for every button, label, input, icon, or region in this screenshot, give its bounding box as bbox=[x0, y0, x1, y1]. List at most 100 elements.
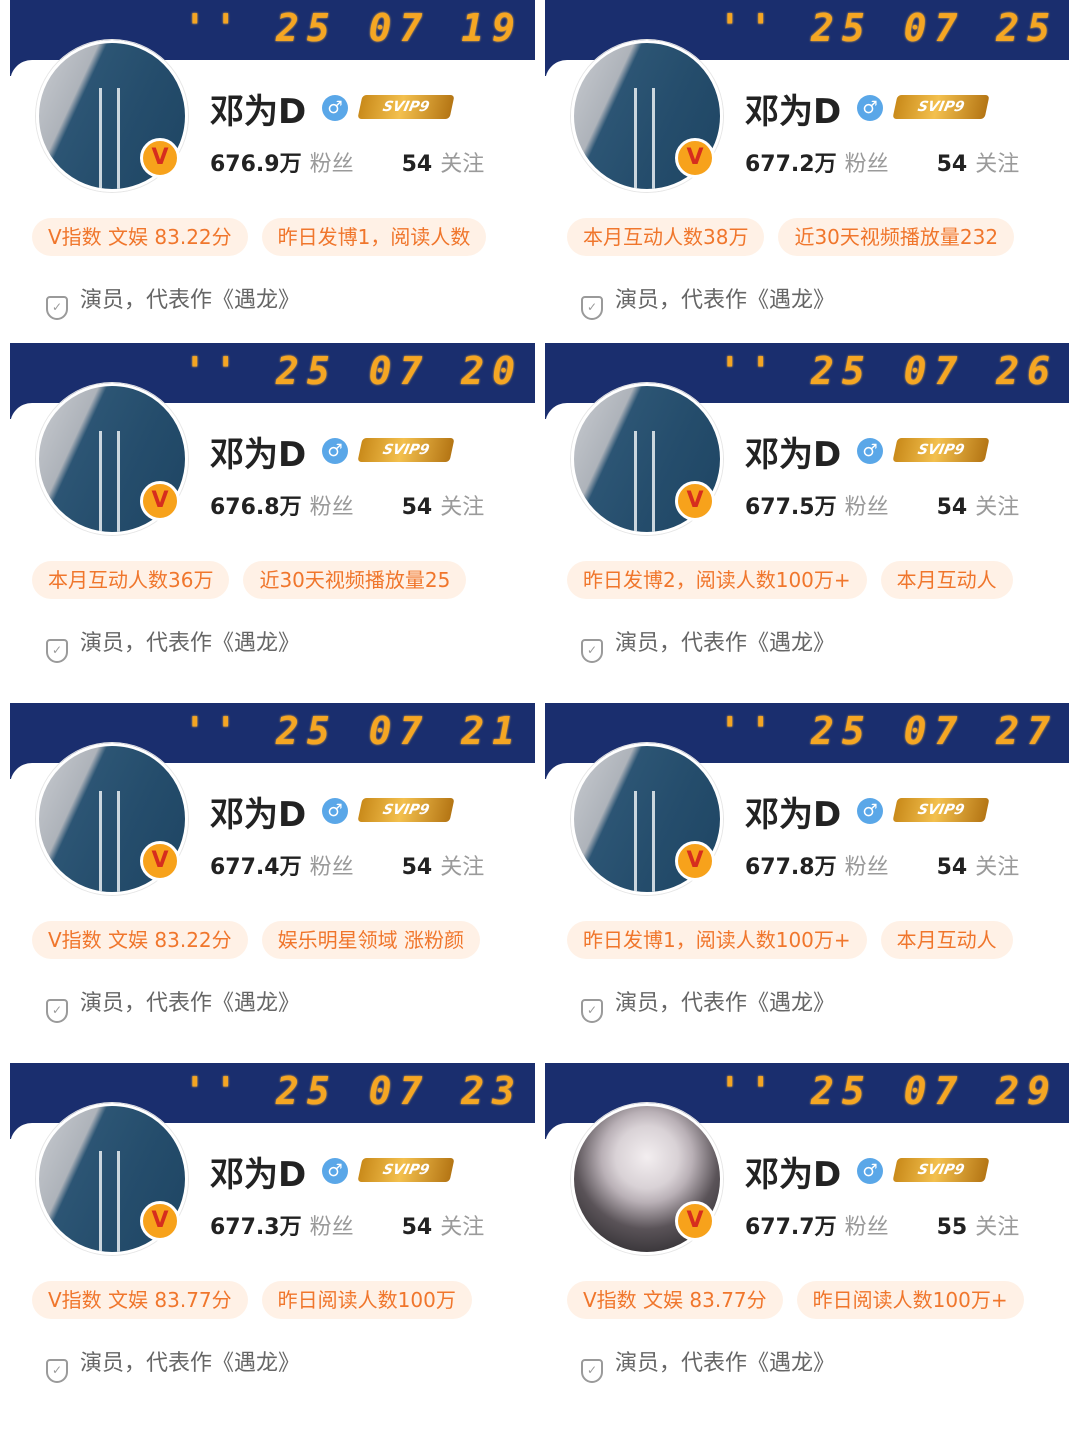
profile-name: 邓为D bbox=[210, 435, 307, 475]
svip-badge[interactable]: SVIP9 bbox=[357, 438, 455, 462]
description-text: 演员，代表作《遇龙》 bbox=[80, 288, 301, 313]
svip-badge[interactable]: SVIP9 bbox=[892, 438, 990, 462]
fans-label[interactable]: 粉丝 bbox=[310, 855, 354, 880]
male-gender-icon: ♂ bbox=[322, 95, 348, 121]
follow-label[interactable]: 关注 bbox=[975, 495, 1019, 520]
description-text: 演员，代表作《遇龙》 bbox=[80, 1351, 301, 1376]
description-text: 演员，代表作《遇龙》 bbox=[615, 1351, 836, 1376]
svip-badge[interactable]: SVIP9 bbox=[357, 1158, 455, 1182]
follow-count[interactable]: 54 bbox=[937, 855, 968, 880]
tag-chip[interactable]: 本月互动人 bbox=[880, 561, 1013, 599]
follow-label[interactable]: 关注 bbox=[975, 152, 1019, 177]
svip-badge[interactable]: SVIP9 bbox=[892, 95, 990, 119]
follow-count[interactable]: 54 bbox=[937, 152, 968, 177]
follow-count[interactable]: 54 bbox=[937, 495, 968, 520]
svip-badge[interactable]: SVIP9 bbox=[357, 95, 455, 119]
tag-chip[interactable]: 本月互动人数38万 bbox=[567, 218, 765, 256]
fans-count[interactable]: 677.8万 bbox=[745, 855, 837, 880]
verified-v-icon: V bbox=[675, 138, 715, 178]
tag-chip[interactable]: 近30天视频播放量25 bbox=[243, 561, 467, 599]
date-stamp: '' 25 07 27 bbox=[718, 709, 1058, 753]
tag-chip[interactable]: 娱乐明星领域 涨粉颜 bbox=[261, 921, 481, 959]
male-gender-icon: ♂ bbox=[857, 798, 883, 824]
date-stamp: '' 25 07 21 bbox=[183, 709, 523, 753]
profile-name: 邓为D bbox=[745, 435, 842, 475]
screenshot-collage: '' 25 07 19 V 邓为D ♂ SVIP9 676.9万 粉丝 54 关注 V… bbox=[0, 0, 1069, 1443]
fans-label[interactable]: 粉丝 bbox=[845, 495, 889, 520]
profile-stats: 677.5万 粉丝 54 关注 bbox=[745, 489, 1019, 521]
date-stamp: '' 25 07 19 bbox=[183, 6, 523, 50]
fans-count[interactable]: 677.3万 bbox=[210, 1215, 302, 1240]
fans-label[interactable]: 粉丝 bbox=[310, 152, 354, 177]
verified-v-icon: V bbox=[140, 841, 180, 881]
tag-chip[interactable]: 昨日阅读人数100万 bbox=[261, 1281, 472, 1319]
profile-name: 邓为D bbox=[745, 1155, 842, 1195]
follow-label[interactable]: 关注 bbox=[975, 855, 1019, 880]
follow-count[interactable]: 54 bbox=[402, 855, 433, 880]
tag-row: V指数 文娱 83.22分 娱乐明星领域 涨粉颜 bbox=[32, 921, 494, 959]
description-text: 演员，代表作《遇龙》 bbox=[80, 631, 301, 656]
tag-row: V指数 文娱 83.77分 昨日阅读人数100万 bbox=[32, 1281, 486, 1319]
follow-label[interactable]: 关注 bbox=[440, 855, 484, 880]
profile-description: ✓ 演员，代表作《遇龙》 bbox=[581, 985, 835, 1023]
date-stamp: '' 25 07 29 bbox=[718, 1069, 1058, 1113]
follow-count[interactable]: 54 bbox=[402, 152, 433, 177]
male-gender-icon: ♂ bbox=[857, 95, 883, 121]
fans-count[interactable]: 676.9万 bbox=[210, 152, 302, 177]
fans-count[interactable]: 677.2万 bbox=[745, 152, 837, 177]
follow-count[interactable]: 54 bbox=[402, 495, 433, 520]
profile-description: ✓ 演员，代表作《遇龙》 bbox=[581, 1345, 835, 1383]
fans-count[interactable]: 676.8万 bbox=[210, 495, 302, 520]
fans-count[interactable]: 677.5万 bbox=[745, 495, 837, 520]
follow-label[interactable]: 关注 bbox=[440, 152, 484, 177]
date-stamp: '' 25 07 26 bbox=[718, 349, 1058, 393]
fans-count[interactable]: 677.4万 bbox=[210, 855, 302, 880]
profile-stats: 677.7万 粉丝 55 关注 bbox=[745, 1209, 1019, 1241]
tag-row: 昨日发博1，阅读人数100万+ 本月互动人 bbox=[567, 921, 1027, 959]
verified-v-icon: V bbox=[140, 481, 180, 521]
profile-description: ✓ 演员，代表作《遇龙》 bbox=[581, 625, 835, 663]
profile-description: ✓ 演员，代表作《遇龙》 bbox=[46, 1345, 300, 1383]
male-gender-icon: ♂ bbox=[322, 798, 348, 824]
fans-label[interactable]: 粉丝 bbox=[845, 152, 889, 177]
fans-label[interactable]: 粉丝 bbox=[845, 855, 889, 880]
profile-stats: 676.8万 粉丝 54 关注 bbox=[210, 489, 484, 521]
profile-name: 邓为D bbox=[745, 795, 842, 835]
fans-label[interactable]: 粉丝 bbox=[310, 495, 354, 520]
tag-chip[interactable]: V指数 文娱 83.22分 bbox=[32, 218, 248, 256]
tag-chip[interactable]: V指数 文娱 83.22分 bbox=[32, 921, 248, 959]
svip-badge[interactable]: SVIP9 bbox=[357, 798, 455, 822]
follow-label[interactable]: 关注 bbox=[975, 1215, 1019, 1240]
profile-stats: 677.8万 粉丝 54 关注 bbox=[745, 849, 1019, 881]
tag-chip[interactable]: V指数 文娱 83.77分 bbox=[567, 1281, 783, 1319]
follow-count[interactable]: 54 bbox=[402, 1215, 433, 1240]
profile-card: '' 25 07 29 V 邓为D ♂ SVIP9 677.7万 粉丝 55 关注 V… bbox=[545, 1063, 1069, 1403]
shield-icon: ✓ bbox=[581, 999, 603, 1023]
fans-label[interactable]: 粉丝 bbox=[310, 1215, 354, 1240]
tag-chip[interactable]: 近30天视频播放量232 bbox=[778, 218, 1015, 256]
shield-icon: ✓ bbox=[46, 999, 68, 1023]
profile-card: '' 25 07 19 V 邓为D ♂ SVIP9 676.9万 粉丝 54 关注 V… bbox=[10, 0, 535, 340]
shield-icon: ✓ bbox=[581, 639, 603, 663]
follow-count[interactable]: 55 bbox=[937, 1215, 968, 1240]
svip-badge[interactable]: SVIP9 bbox=[892, 798, 990, 822]
tag-chip[interactable]: 昨日发博2，阅读人数100万+ bbox=[567, 561, 867, 599]
profile-name: 邓为D bbox=[210, 1155, 307, 1195]
fans-label[interactable]: 粉丝 bbox=[845, 1215, 889, 1240]
tag-chip[interactable]: 昨日发博1，阅读人数 bbox=[261, 218, 487, 256]
shield-icon: ✓ bbox=[46, 296, 68, 320]
tag-chip[interactable]: 本月互动人数36万 bbox=[32, 561, 230, 599]
svip-badge[interactable]: SVIP9 bbox=[892, 1158, 990, 1182]
description-text: 演员，代表作《遇龙》 bbox=[615, 631, 836, 656]
shield-icon: ✓ bbox=[46, 1359, 68, 1383]
date-stamp: '' 25 07 23 bbox=[183, 1069, 523, 1113]
profile-name: 邓为D bbox=[210, 92, 307, 132]
verified-v-icon: V bbox=[675, 841, 715, 881]
tag-chip[interactable]: 昨日阅读人数100万+ bbox=[796, 1281, 1024, 1319]
fans-count[interactable]: 677.7万 bbox=[745, 1215, 837, 1240]
tag-chip[interactable]: 本月互动人 bbox=[880, 921, 1013, 959]
tag-chip[interactable]: 昨日发博1，阅读人数100万+ bbox=[567, 921, 867, 959]
tag-chip[interactable]: V指数 文娱 83.77分 bbox=[32, 1281, 248, 1319]
follow-label[interactable]: 关注 bbox=[440, 1215, 484, 1240]
follow-label[interactable]: 关注 bbox=[440, 495, 484, 520]
